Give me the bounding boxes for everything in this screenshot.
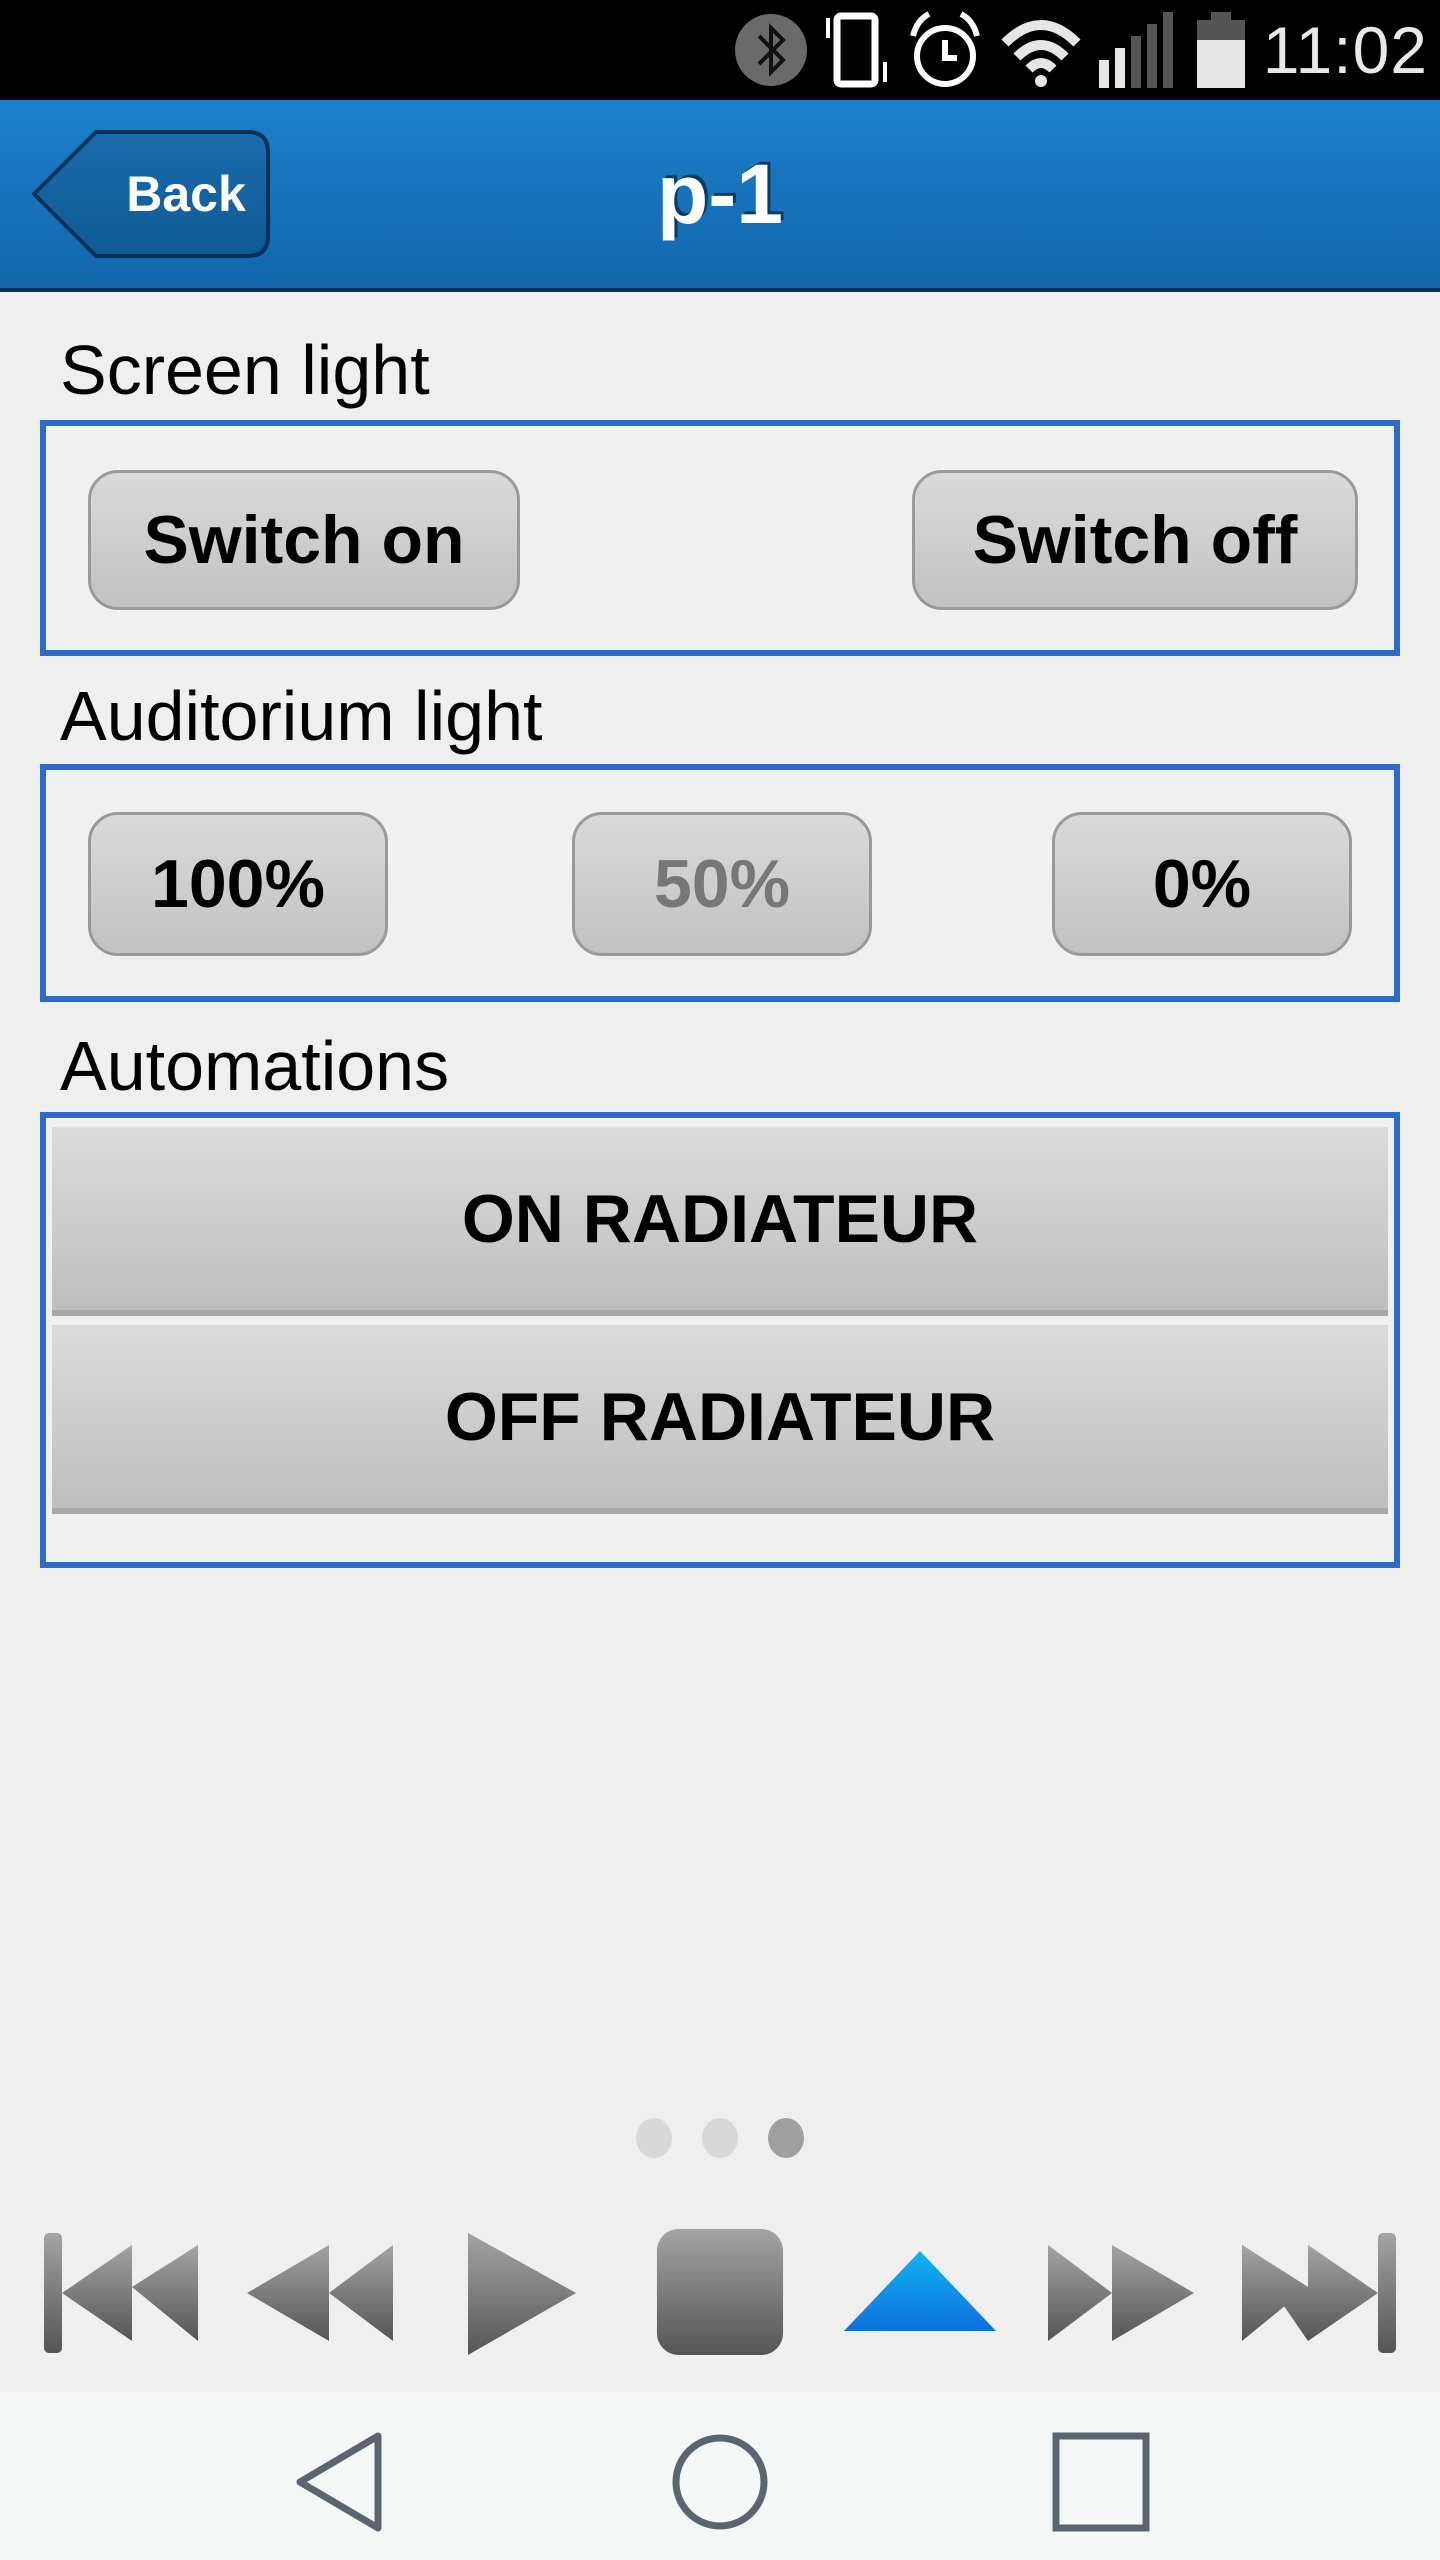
rewind-icon[interactable] bbox=[245, 2225, 395, 2355]
automations-group: ON RADIATEUR OFF RADIATEUR bbox=[40, 1112, 1400, 1568]
fast-forward-icon[interactable] bbox=[1046, 2225, 1196, 2355]
skip-to-start-icon[interactable] bbox=[40, 2225, 200, 2355]
switch-on-button[interactable]: Switch on bbox=[88, 470, 520, 610]
light-50-button[interactable]: 50% bbox=[572, 812, 872, 956]
media-controls bbox=[0, 2225, 1440, 2355]
status-time: 11:02 bbox=[1262, 13, 1428, 87]
page-dot-3-active[interactable] bbox=[768, 2118, 804, 2158]
stop-icon[interactable] bbox=[654, 2225, 786, 2355]
back-button[interactable]: Back bbox=[30, 128, 272, 260]
auditorium-light-group: 100% 50% 0% bbox=[40, 764, 1400, 1002]
light-0-button[interactable]: 0% bbox=[1052, 812, 1352, 956]
battery-icon bbox=[1196, 12, 1245, 88]
page-dot-2[interactable] bbox=[702, 2118, 738, 2158]
bluetooth-icon bbox=[734, 14, 807, 86]
system-nav-bar bbox=[0, 2392, 1440, 2560]
switch-off-button[interactable]: Switch off bbox=[912, 470, 1358, 610]
eject-icon[interactable] bbox=[842, 2225, 998, 2355]
header-bar: p-1 Back bbox=[0, 100, 1440, 292]
skip-to-end-icon[interactable] bbox=[1240, 2225, 1400, 2355]
screen-light-group: Switch on Switch off bbox=[40, 420, 1400, 656]
recents-nav-icon[interactable] bbox=[1052, 2432, 1152, 2532]
on-radiateur-button[interactable]: ON RADIATEUR bbox=[52, 1124, 1388, 1316]
auditorium-light-label: Auditorium light bbox=[60, 677, 543, 755]
wifi-icon bbox=[1001, 20, 1081, 87]
off-radiateur-button[interactable]: OFF RADIATEUR bbox=[52, 1322, 1388, 1514]
status-bar: 11:02 bbox=[0, 0, 1440, 100]
home-nav-icon[interactable] bbox=[670, 2432, 770, 2532]
alarm-icon bbox=[909, 11, 980, 87]
back-label: Back bbox=[126, 166, 246, 222]
page-dot-1[interactable] bbox=[636, 2118, 672, 2158]
vibrate-icon bbox=[825, 12, 887, 88]
play-icon[interactable] bbox=[462, 2225, 582, 2355]
automations-label: Automations bbox=[60, 1027, 450, 1105]
signal-icon bbox=[1098, 12, 1173, 88]
page-indicator bbox=[0, 2118, 1440, 2158]
light-100-button[interactable]: 100% bbox=[88, 812, 388, 956]
screen-light-label: Screen light bbox=[60, 331, 430, 409]
back-nav-icon[interactable] bbox=[290, 2432, 390, 2532]
